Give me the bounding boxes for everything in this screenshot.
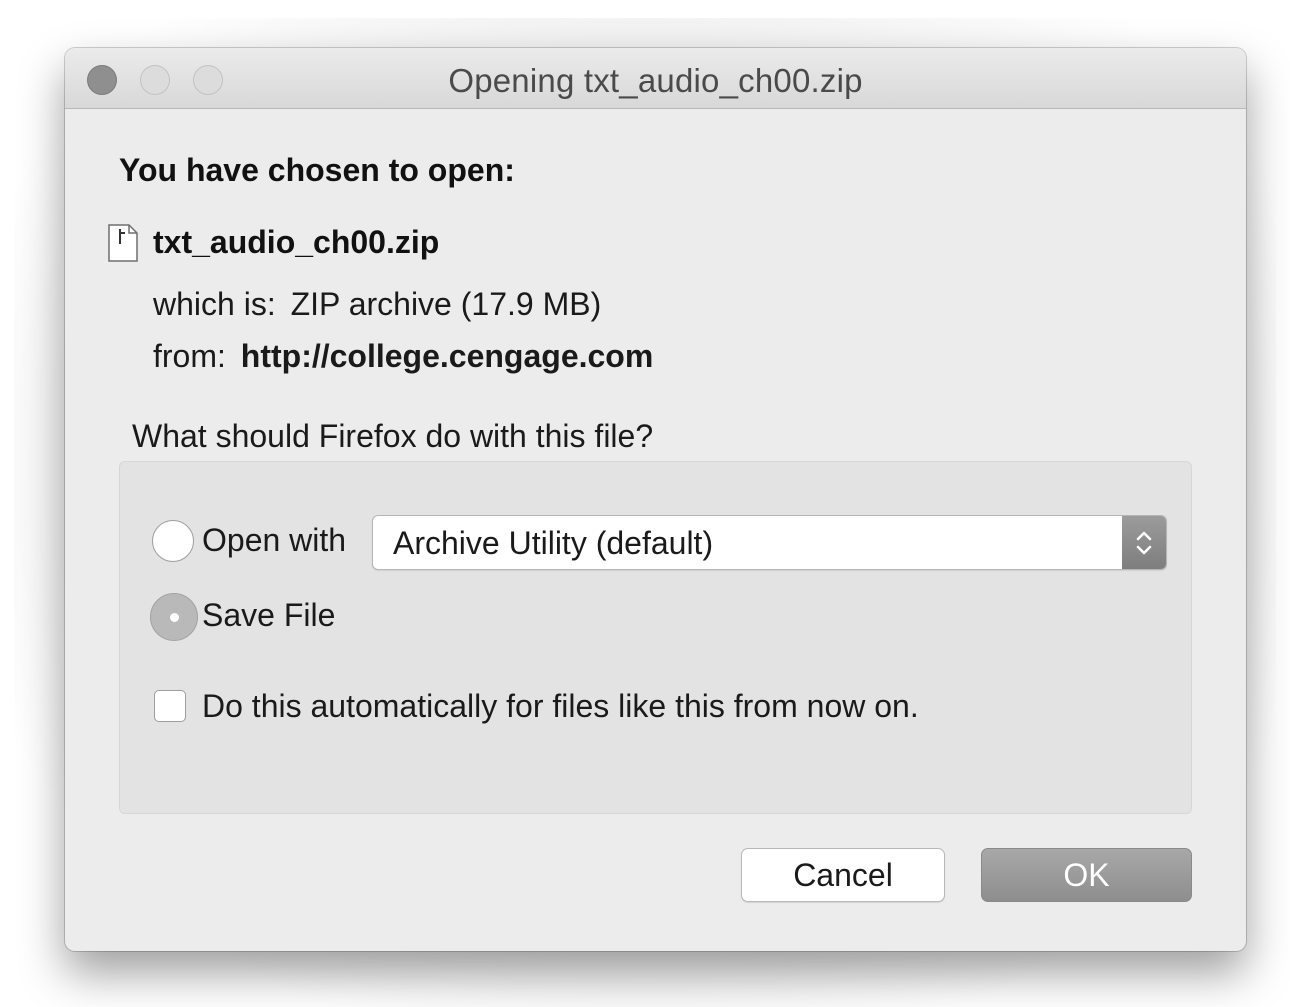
open-with-app-value: Archive Utility (default) [393, 525, 714, 561]
select-stepper-icon [1122, 516, 1166, 569]
cancel-button[interactable]: Cancel [741, 848, 945, 902]
file-type-label: which is: [153, 286, 276, 322]
auto-action-label[interactable]: Do this automatically for files like thi… [202, 688, 919, 725]
open-with-app-select[interactable]: Archive Utility (default) [372, 515, 1167, 570]
download-dialog: Opening txt_audio_ch00.zip You have chos… [65, 48, 1246, 951]
document-icon [108, 224, 138, 262]
open-with-radio[interactable] [152, 520, 194, 562]
open-with-label[interactable]: Open with [202, 522, 346, 559]
file-type-row: which is: ZIP archive (17.9 MB) [153, 286, 601, 323]
auto-action-checkbox[interactable] [154, 690, 186, 722]
title-bar[interactable]: Opening txt_audio_ch00.zip [65, 48, 1246, 109]
radio-selected-dot-icon [170, 613, 179, 622]
file-source-label: from: [153, 338, 226, 374]
save-file-label[interactable]: Save File [202, 597, 335, 634]
save-file-radio[interactable] [150, 593, 198, 641]
window-title: Opening txt_audio_ch00.zip [448, 62, 863, 99]
stage: Opening txt_audio_ch00.zip You have chos… [0, 0, 1290, 1007]
file-type-value: ZIP archive (17.9 MB) [290, 286, 602, 322]
ok-button[interactable]: OK [981, 848, 1192, 902]
file-name: txt_audio_ch00.zip [153, 224, 440, 260]
file-source-value: http://college.cengage.com [240, 338, 654, 374]
action-options-box: Open with Archive Utility (default) Save… [119, 461, 1192, 814]
action-question: What should Firefox do with this file? [132, 418, 654, 454]
dialog-heading: You have chosen to open: [119, 152, 515, 188]
file-source-row: from: http://college.cengage.com [153, 338, 653, 375]
